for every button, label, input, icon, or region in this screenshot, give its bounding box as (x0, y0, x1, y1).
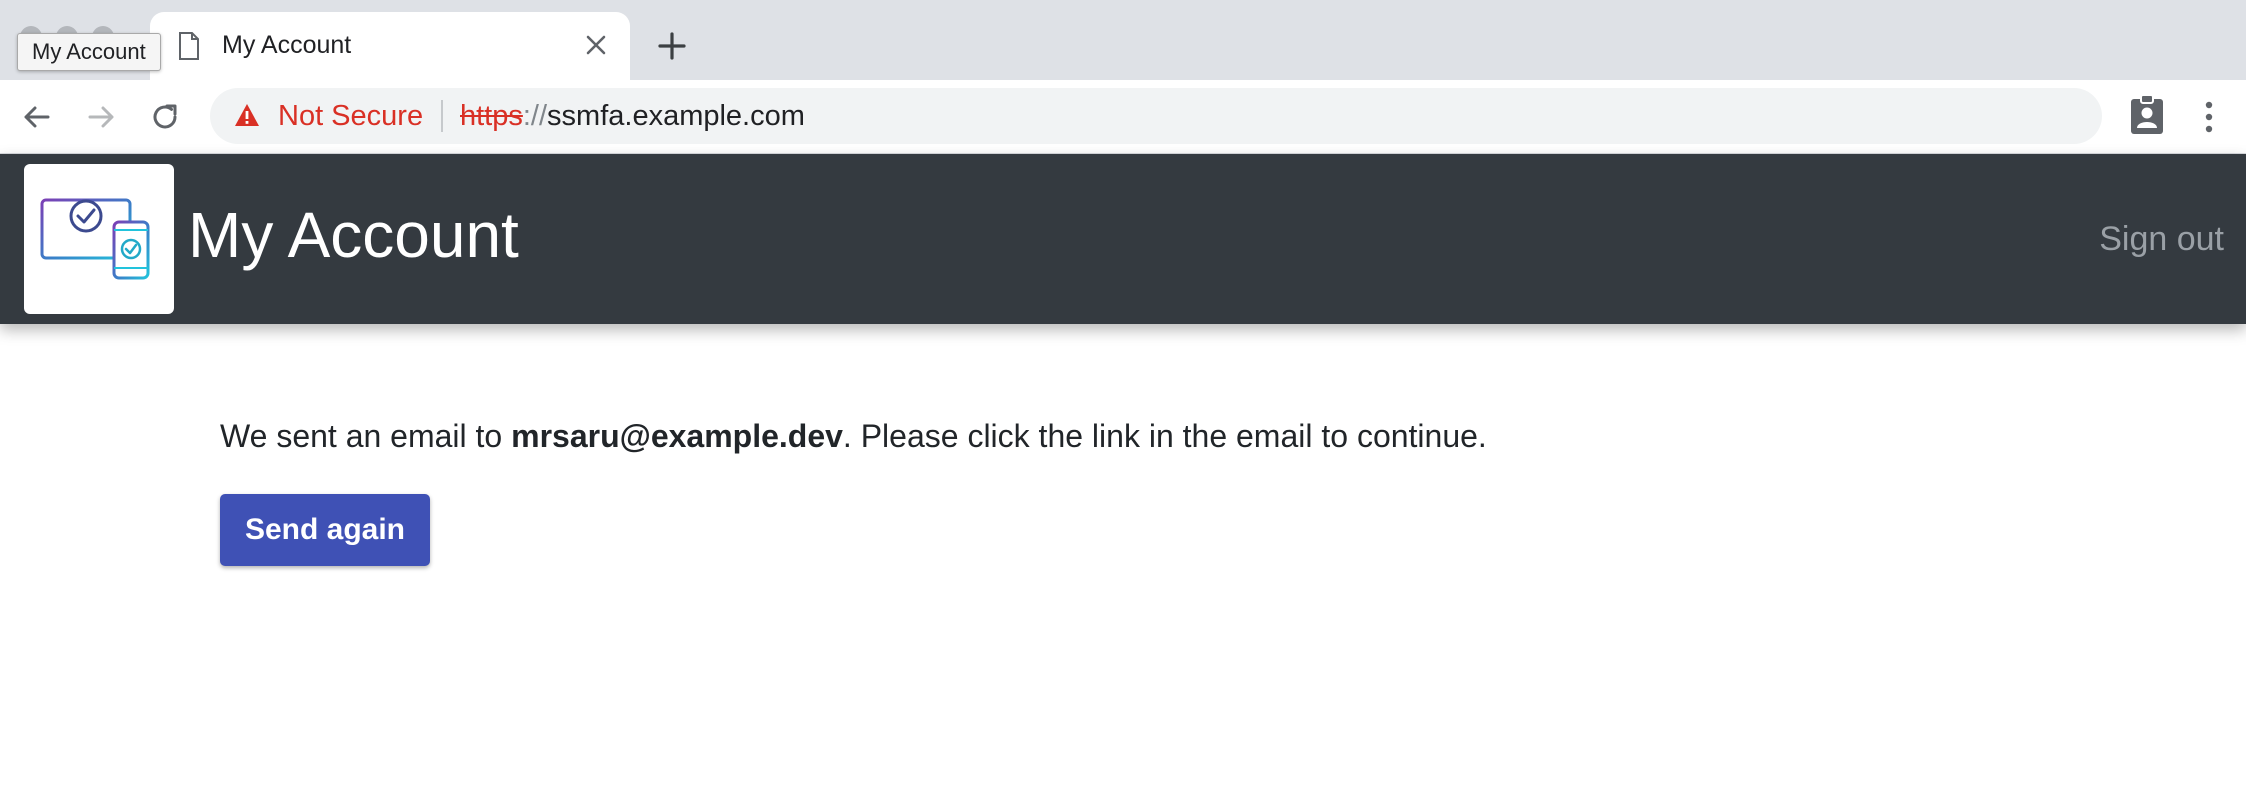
browser-tab[interactable]: My Account (150, 12, 630, 80)
send-again-button[interactable]: Send again (220, 494, 430, 566)
close-icon[interactable] (584, 33, 608, 57)
app-header: My Account Sign out (0, 154, 2246, 324)
tab-strip: My Account My Account (0, 0, 2246, 80)
url-separator: :// (522, 100, 548, 132)
profile-icon[interactable] (2128, 94, 2166, 136)
page-title: My Account (188, 199, 519, 271)
url-text[interactable]: https://ssmfa.example.com (460, 100, 805, 133)
address-bar[interactable]: Not Secure https://ssmfa.example.com (210, 88, 2102, 144)
kebab-menu-icon[interactable] (2196, 98, 2222, 136)
sign-out-link[interactable]: Sign out (2099, 220, 2224, 259)
email-address: mrsaru@example.dev (511, 418, 843, 454)
warning-icon[interactable] (234, 103, 260, 127)
tab-tooltip: My Account (17, 33, 161, 71)
url-scheme: https (460, 100, 523, 132)
url-host: ssmfa.example.com (547, 100, 805, 132)
browser-toolbar: Not Secure https://ssmfa.example.com (0, 80, 2246, 154)
address-divider (441, 100, 443, 132)
logo (24, 164, 174, 314)
plus-icon[interactable] (656, 30, 688, 62)
devices-check-icon (40, 198, 150, 280)
forward-icon[interactable] (82, 98, 120, 136)
main-content: We sent an email to mrsaru@example.dev. … (220, 418, 1487, 566)
back-icon[interactable] (18, 98, 56, 136)
email-sent-message: We sent an email to mrsaru@example.dev. … (220, 418, 1487, 455)
message-prefix: We sent an email to (220, 418, 512, 454)
tab-title: My Account (222, 31, 352, 59)
message-suffix: . Please click the link in the email to … (842, 418, 1487, 454)
reload-icon[interactable] (146, 98, 184, 136)
security-label[interactable]: Not Secure (278, 100, 423, 133)
page-icon (179, 32, 199, 60)
